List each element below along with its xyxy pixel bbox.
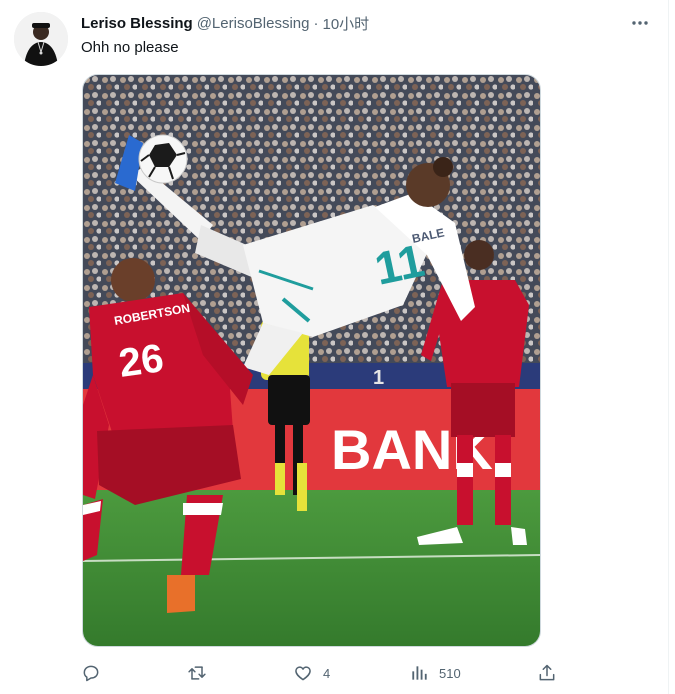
header-separator: · [313, 14, 319, 32]
avatar-image [14, 12, 68, 66]
like-button[interactable]: 4 [293, 660, 330, 686]
views-count: 510 [439, 665, 461, 681]
column-border [668, 0, 669, 694]
board-digit: 1 [373, 367, 384, 389]
reply-button[interactable] [81, 660, 111, 686]
retweet-icon [188, 666, 206, 680]
share-button[interactable] [537, 660, 557, 686]
views-button[interactable]: 510 [409, 660, 461, 686]
like-icon [295, 666, 311, 681]
retweet-button[interactable] [187, 660, 217, 686]
tweet-media[interactable]: 1 BANKI 11 BALE 26 ROBERTSON [82, 74, 541, 647]
author-name[interactable]: Leriso Blessing [81, 15, 193, 32]
match-ball [138, 134, 188, 184]
jersey-left-number: 26 [116, 336, 166, 386]
tweet[interactable]: Leriso Blessing @LerisoBlessing · 10小时 O… [0, 0, 668, 694]
tweet-time[interactable]: 10小时 [322, 13, 369, 34]
tweet-header: Leriso Blessing @LerisoBlessing · 10小时 [81, 12, 369, 34]
views-icon [412, 666, 427, 680]
like-count: 4 [323, 665, 331, 681]
reply-icon [83, 665, 99, 682]
tweet-text: Ohh no please [81, 39, 179, 56]
tweet-actions: 4 510 [81, 660, 561, 686]
avatar[interactable] [14, 12, 68, 66]
author-handle[interactable]: @LerisoBlessing [197, 15, 310, 32]
more-icon [632, 21, 648, 25]
more-button[interactable] [626, 12, 654, 34]
share-icon [539, 664, 555, 681]
media-photo: 1 BANKI 11 BALE 26 ROBERTSON [83, 75, 540, 646]
